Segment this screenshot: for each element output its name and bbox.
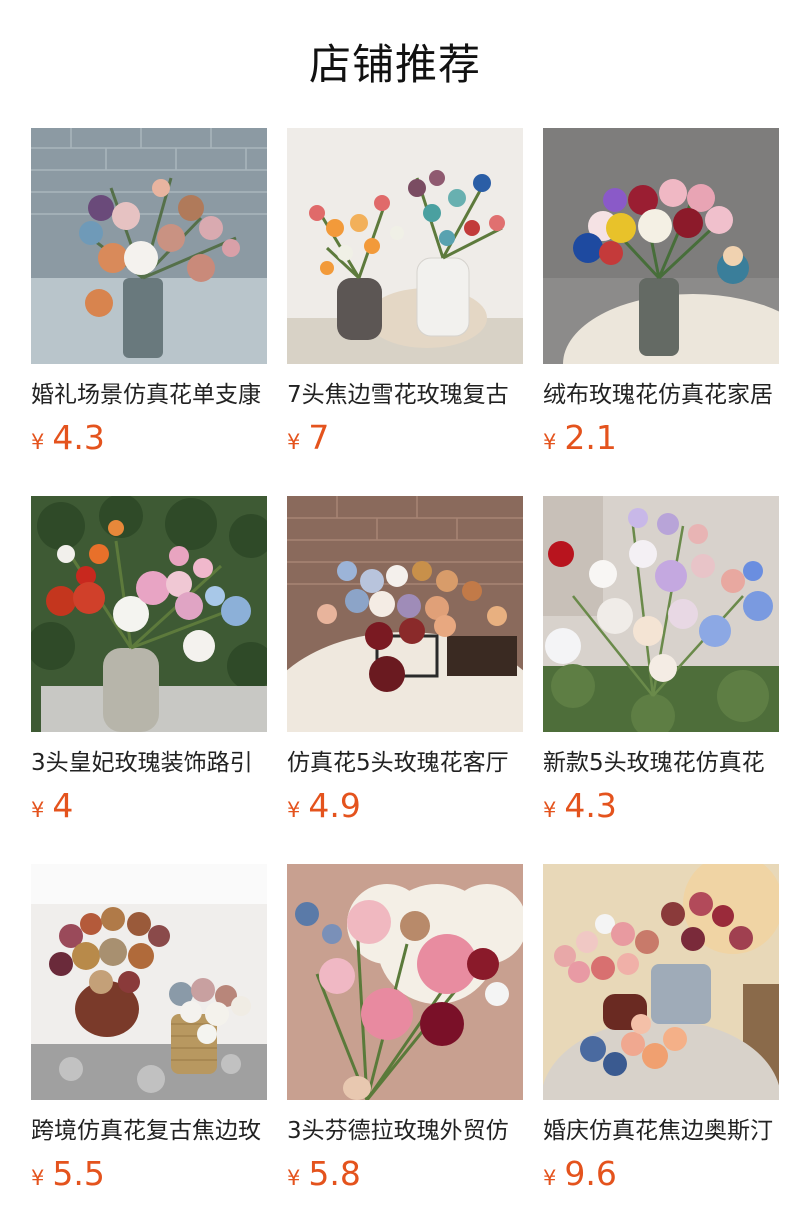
product-price: ¥4.3 xyxy=(31,418,267,458)
product-price: ¥5.5 xyxy=(31,1154,267,1194)
page-title: 店铺推荐 xyxy=(308,40,481,89)
currency-symbol: ¥ xyxy=(543,1166,557,1190)
product-image[interactable] xyxy=(31,864,267,1100)
product-image[interactable] xyxy=(543,128,779,364)
product-card[interactable]: 跨境仿真花复古焦边玫 ¥5.5 xyxy=(31,864,267,1232)
product-image[interactable] xyxy=(543,864,779,1100)
product-card[interactable]: 仿真花5头玫瑰花客厅 ¥4.9 xyxy=(287,496,523,864)
product-price: ¥7 xyxy=(287,418,523,458)
flower-bouquet-photo-icon xyxy=(31,864,267,1100)
flower-bouquet-photo-icon xyxy=(287,864,523,1100)
product-image[interactable] xyxy=(31,128,267,364)
product-image[interactable] xyxy=(543,496,779,732)
product-price: ¥9.6 xyxy=(543,1154,779,1194)
product-price: ¥4.3 xyxy=(543,786,779,826)
flower-bouquet-photo-icon xyxy=(543,128,779,364)
currency-symbol: ¥ xyxy=(543,798,557,822)
product-name[interactable]: 仿真花5头玫瑰花客厅 xyxy=(287,746,523,780)
price-value: 4.9 xyxy=(308,786,361,825)
product-price: ¥4.9 xyxy=(287,786,523,826)
product-card[interactable]: 3头皇妃玫瑰装饰路引 ¥4 xyxy=(31,496,267,864)
product-card[interactable]: 婚礼场景仿真花单支康 ¥4.3 xyxy=(31,128,267,496)
flower-bouquet-photo-icon xyxy=(543,864,779,1100)
price-value: 5.8 xyxy=(308,1154,361,1193)
flower-bouquet-photo-icon xyxy=(31,128,267,364)
product-price: ¥4 xyxy=(31,786,267,826)
flower-bouquet-photo-icon xyxy=(287,128,523,364)
product-price: ¥2.1 xyxy=(543,418,779,458)
flower-bouquet-photo-icon xyxy=(543,496,779,732)
product-image[interactable] xyxy=(31,496,267,732)
product-name[interactable]: 婚礼场景仿真花单支康 xyxy=(31,378,267,412)
product-name[interactable]: 7头焦边雪花玫瑰复古 xyxy=(287,378,523,412)
currency-symbol: ¥ xyxy=(287,1166,301,1190)
currency-symbol: ¥ xyxy=(287,430,301,454)
product-name[interactable]: 绒布玫瑰花仿真花家居 xyxy=(543,378,779,412)
product-name[interactable]: 跨境仿真花复古焦边玫 xyxy=(31,1114,267,1148)
product-card[interactable]: 7头焦边雪花玫瑰复古 ¥7 xyxy=(287,128,523,496)
currency-symbol: ¥ xyxy=(287,798,301,822)
product-name[interactable]: 婚庆仿真花焦边奥斯汀 xyxy=(543,1114,779,1148)
flower-bouquet-photo-icon xyxy=(287,496,523,732)
flower-bouquet-photo-icon xyxy=(31,496,267,732)
price-value: 2.1 xyxy=(564,418,617,457)
currency-symbol: ¥ xyxy=(31,430,45,454)
currency-symbol: ¥ xyxy=(31,1166,45,1190)
product-image[interactable] xyxy=(287,128,523,364)
product-name[interactable]: 3头芬德拉玫瑰外贸仿 xyxy=(287,1114,523,1148)
product-card[interactable]: 3头芬德拉玫瑰外贸仿 ¥5.8 xyxy=(287,864,523,1232)
currency-symbol: ¥ xyxy=(543,430,557,454)
product-grid: 婚礼场景仿真花单支康 ¥4.3 7头焦边雪花玫瑰复古 ¥ 7 绒布玫瑰花仿真花家… xyxy=(31,128,780,1232)
currency-symbol: ¥ xyxy=(31,798,45,822)
price-value: 9.6 xyxy=(564,1154,617,1193)
price-value: 4 xyxy=(52,786,74,825)
price-value: 4.3 xyxy=(52,418,105,457)
price-value: 4.3 xyxy=(564,786,617,825)
product-name[interactable]: 新款5头玫瑰花仿真花 xyxy=(543,746,779,780)
price-value: 5.5 xyxy=(52,1154,105,1193)
product-image[interactable] xyxy=(287,864,523,1100)
product-price: ¥5.8 xyxy=(287,1154,523,1194)
price-value: 7 xyxy=(308,418,330,457)
product-name[interactable]: 3头皇妃玫瑰装饰路引 xyxy=(31,746,267,780)
product-image[interactable] xyxy=(287,496,523,732)
product-card[interactable]: 绒布玫瑰花仿真花家居 ¥2.1 xyxy=(543,128,779,496)
product-card[interactable]: 新款5头玫瑰花仿真花 ¥4.3 xyxy=(543,496,779,864)
product-card[interactable]: 婚庆仿真花焦边奥斯汀 ¥9.6 xyxy=(543,864,779,1232)
